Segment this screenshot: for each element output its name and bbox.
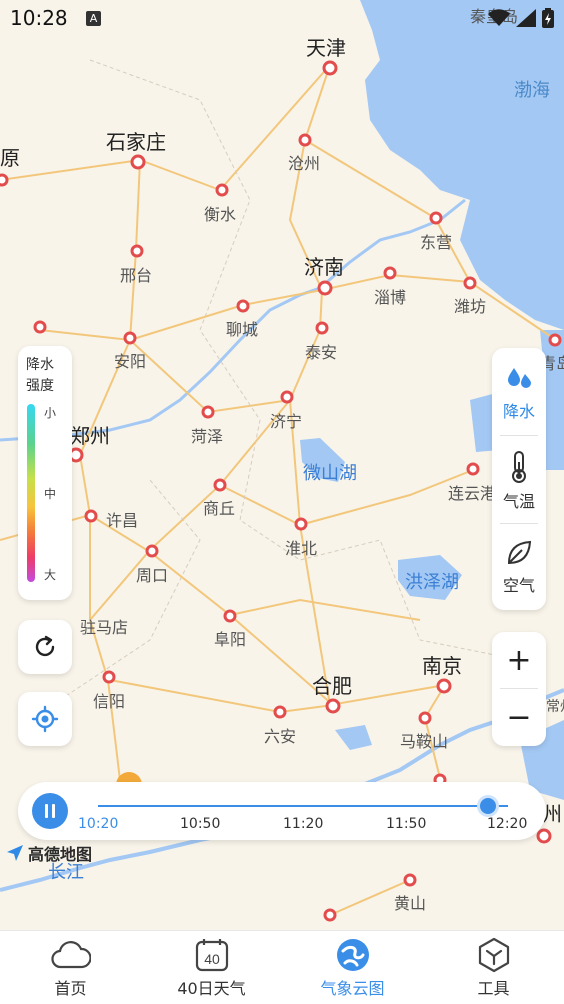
amap-logo: 高德地图 xyxy=(6,841,92,865)
amap-logo-text: 高德地图 xyxy=(28,845,93,864)
layer-temperature-button[interactable]: 气温 xyxy=(492,438,546,524)
amap-arrow-icon xyxy=(7,845,23,861)
layer-switcher: 降水 气温 空气 xyxy=(492,348,546,610)
city-label-cangzhou: 沧州 xyxy=(288,154,321,173)
thermometer-icon xyxy=(512,451,526,483)
city-label-huaibei: 淮北 xyxy=(285,539,318,558)
city-label-heze: 菏泽 xyxy=(191,427,224,446)
leaf-icon xyxy=(507,540,532,565)
city-label-zibo: 淄博 xyxy=(374,288,407,307)
water-drops-icon xyxy=(508,368,531,388)
legend-title-line2: 强度 xyxy=(26,378,54,394)
city-label-anyang: 安阳 xyxy=(114,352,147,371)
layer-precipitation-label: 降水 xyxy=(502,402,535,421)
city-label-dongying: 东营 xyxy=(420,233,453,252)
timeline-tick: 10:20 xyxy=(78,816,119,832)
city-label-maanshan: 马鞍山 xyxy=(400,732,449,751)
precipitation-legend: 降水 强度 小 中 大 xyxy=(18,346,72,600)
legend-mid-label: 中 xyxy=(44,487,57,501)
city-label-shijiazhuang: 石家庄 xyxy=(106,130,166,154)
nav-tools-label: 工具 xyxy=(477,979,510,998)
lake-label-weishan: 微山湖 xyxy=(303,463,357,484)
layer-precipitation-button[interactable]: 降水 xyxy=(492,350,546,436)
timeline-tick: 11:20 xyxy=(283,816,324,832)
city-label-changzhou: 常州 xyxy=(546,699,564,715)
sea-label-bohai: 渤海 xyxy=(514,80,550,101)
zoom-control: + − xyxy=(492,632,546,746)
layer-air-button[interactable]: 空气 xyxy=(492,524,546,610)
city-label-xingtai: 邢台 xyxy=(120,266,153,285)
city-label-xinyang: 信阳 xyxy=(93,692,126,711)
city-label-lianyungang: 连云港 xyxy=(448,484,497,503)
pause-icon-bar xyxy=(45,804,48,818)
city-label-hefei: 合肥 xyxy=(312,674,352,698)
city-label-tianjin: 天津 xyxy=(306,36,346,60)
nav-cloud-map-label: 气象云图 xyxy=(320,979,385,998)
layer-divider xyxy=(500,435,538,436)
pause-button[interactable] xyxy=(32,793,68,829)
legend-high-label: 大 xyxy=(44,568,57,582)
timeline-thumb[interactable] xyxy=(477,795,499,817)
timeline-tick: 12:20 xyxy=(487,816,528,832)
cloud-map-icon xyxy=(336,939,369,971)
city-label-zhengzhou: 郑州 xyxy=(70,424,110,448)
city-label-hengshui: 衡水 xyxy=(204,205,237,224)
zoom-in-button[interactable]: + xyxy=(492,632,546,688)
status-time: 10:28 xyxy=(10,6,68,30)
nav-40day[interactable]: 40 40日天气 xyxy=(141,931,282,1004)
timeline-track[interactable] xyxy=(98,805,508,807)
city-label-taiyuan: 原 xyxy=(0,146,20,170)
city-label-nanjing: 南京 xyxy=(422,654,462,678)
pause-icon-bar xyxy=(52,804,55,818)
nav-home[interactable]: 首页 xyxy=(0,931,141,1004)
locate-button[interactable] xyxy=(18,692,72,746)
city-label-xuchang: 许昌 xyxy=(106,511,139,530)
nav-cloud-map[interactable]: 气象云图 xyxy=(282,931,423,1004)
timeline-tick: 11:50 xyxy=(386,816,427,832)
lake-label-hongze: 洪泽湖 xyxy=(405,572,459,593)
toolbox-icon xyxy=(478,937,509,973)
wifi-icon xyxy=(488,9,510,26)
layer-air-label: 空气 xyxy=(502,576,535,595)
calendar-40-badge: 40 xyxy=(204,951,220,967)
city-label-shangqiu: 商丘 xyxy=(203,499,236,518)
legend-gradient-bar xyxy=(27,404,35,582)
nav-tools[interactable]: 工具 xyxy=(423,931,564,1004)
timeline-tick: 10:50 xyxy=(180,816,221,832)
city-label-huangshan: 黄山 xyxy=(394,894,427,913)
notification-a-icon: A xyxy=(86,11,101,26)
city-label-liaocheng: 聊城 xyxy=(226,320,259,339)
city-label-zhoukou: 周口 xyxy=(136,566,169,585)
city-label-weifang: 潍坊 xyxy=(454,297,487,316)
city-label-zhumadian: 驻马店 xyxy=(80,618,129,637)
legend-title-line1: 降水 xyxy=(26,357,54,373)
locate-icon xyxy=(31,705,59,733)
radar-timeline: 10:20 10:50 11:20 11:50 12:20 xyxy=(18,782,546,840)
city-label-jining: 济宁 xyxy=(270,412,303,431)
nav-40day-label: 40日天气 xyxy=(177,979,246,998)
status-bar: 10:28 A xyxy=(0,0,564,36)
bottom-navigation: 首页 40 40日天气 气象云图 工具 xyxy=(0,930,564,1004)
zoom-out-button[interactable]: − xyxy=(492,689,546,745)
calendar-40-icon: 40 xyxy=(195,939,228,972)
city-label-luan: 六安 xyxy=(264,727,297,746)
battery-icon xyxy=(542,8,554,28)
nav-home-label: 首页 xyxy=(54,979,87,998)
cloud-icon xyxy=(50,941,91,969)
signal-icon xyxy=(516,9,536,27)
layer-temperature-label: 气温 xyxy=(502,492,535,511)
city-label-taian: 泰安 xyxy=(305,343,338,362)
legend-low-label: 小 xyxy=(44,406,57,420)
city-label-jinan: 济南 xyxy=(304,255,344,279)
city-label-fuyang: 阜阳 xyxy=(214,630,247,649)
refresh-icon xyxy=(35,635,55,657)
refresh-button[interactable] xyxy=(18,620,72,674)
